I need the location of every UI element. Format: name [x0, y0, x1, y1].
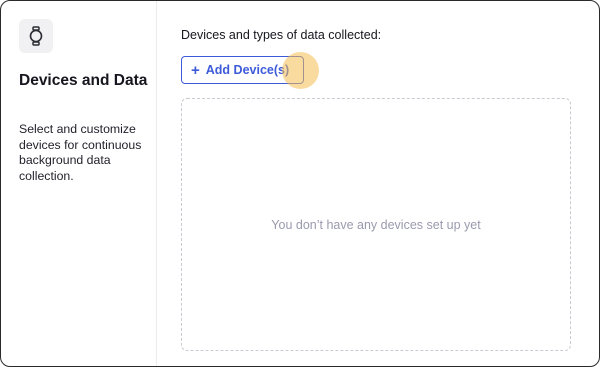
app-window: Devices and Data Select and customize de…	[0, 0, 600, 367]
watch-icon	[19, 19, 53, 53]
page-title: Devices and Data	[19, 72, 148, 89]
add-device-button[interactable]: + Add Device(s)	[181, 56, 304, 84]
plus-icon: +	[191, 61, 200, 79]
devices-empty-area: You don’t have any devices set up yet	[181, 98, 571, 351]
sidebar: Devices and Data Select and customize de…	[1, 1, 157, 366]
devices-section-label: Devices and types of data collected:	[181, 28, 382, 42]
empty-state-text: You don’t have any devices set up yet	[271, 217, 481, 232]
page-description: Select and customize devices for continu…	[19, 122, 142, 183]
add-device-label: Add Device(s)	[205, 63, 290, 77]
